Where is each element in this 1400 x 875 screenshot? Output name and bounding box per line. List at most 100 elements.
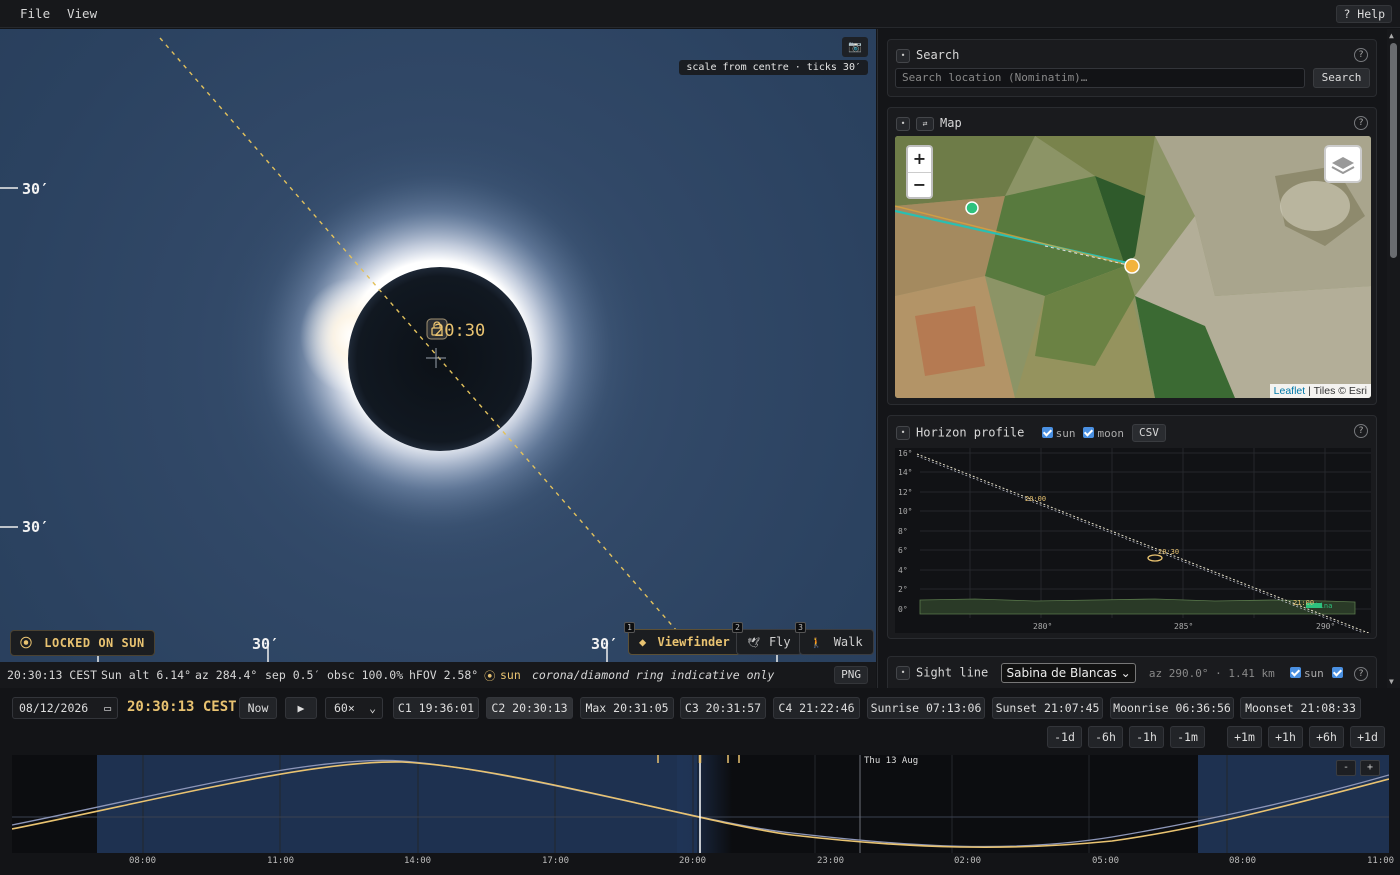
mode-label: Walk [833, 635, 863, 649]
step-plus-6h[interactable]: +6h [1309, 726, 1344, 748]
shortcut-badge: 1 [624, 622, 635, 633]
sight-title: Sight line [916, 665, 989, 680]
leaflet-link[interactable]: Leaflet [1274, 385, 1306, 397]
timeline[interactable]: Thu 13 Aug [12, 755, 1389, 853]
sun-checkbox[interactable]: sun [1041, 426, 1084, 440]
swap-icon[interactable]: ⇄ [916, 116, 934, 131]
menu-file[interactable]: File [20, 6, 50, 21]
map-zoom-control: + − [906, 145, 933, 199]
step-plus-1m[interactable]: +1m [1227, 726, 1262, 748]
locked-on-sun-button[interactable]: ⦿ LOCKED ON SUN [10, 630, 155, 656]
mode-walk-button[interactable]: 3 🚶 Walk [795, 622, 874, 655]
timeline-zoom-in[interactable]: + [1360, 760, 1380, 776]
location-search-input[interactable]: Search location (Nominatim)… [895, 68, 1305, 88]
step-minus-1h[interactable]: -1h [1129, 726, 1164, 748]
event-c2-button[interactable]: C2 20:30:13 [486, 697, 573, 719]
event-c1-button[interactable]: C1 19:36:01 [393, 697, 479, 719]
step-minus-1d[interactable]: -1d [1047, 726, 1082, 748]
sun-checkbox[interactable]: sun [1289, 666, 1332, 680]
satellite-map[interactable]: + − Leaflet | Tiles © Esri [895, 136, 1371, 398]
side-panel: • Search ? Search location (Nominatim)… S… [877, 29, 1387, 688]
y-tick: 10° [898, 507, 912, 516]
mode-label: Fly [768, 635, 791, 649]
status-note: corona/diamond ring indicative only [532, 668, 775, 682]
search-button[interactable]: Search [1313, 68, 1370, 88]
scroll-thumb[interactable] [1390, 43, 1397, 258]
step-minus-1m[interactable]: -1m [1170, 726, 1205, 748]
sight-header: • Sight line Sabina de Blancas ⌄ az 290.0… [896, 663, 1376, 688]
sky-viewport[interactable]: 📷 scale from centre · ticks 30′ 30′ 30′ … [0, 29, 876, 662]
step-plus-1h[interactable]: +1h [1268, 726, 1303, 748]
timeline-zoom-out[interactable]: - [1336, 760, 1356, 776]
axis-tick: 11:00 [267, 856, 295, 866]
mode-fly-button[interactable]: 2 🕊 Fly [732, 622, 802, 655]
target-marker[interactable] [1124, 258, 1140, 274]
search-title: Search [916, 48, 960, 62]
sunrise-button[interactable]: Sunrise 07:13:06 [867, 697, 985, 719]
moonset-button[interactable]: Moonset 21:08:33 [1240, 697, 1361, 719]
speed-select[interactable]: 60× ⌄ [325, 697, 383, 719]
x-tick: 285° [1174, 622, 1193, 631]
event-max-button[interactable]: Max 20:31:05 [580, 697, 674, 719]
sky-overlay [0, 37, 778, 662]
observer-marker[interactable] [965, 201, 979, 215]
help-circle-icon[interactable]: ? [1354, 424, 1368, 438]
help-circle-icon[interactable]: ? [1354, 667, 1368, 681]
date-value: 08/12/2026 [19, 701, 89, 715]
moonrise-button[interactable]: Moonrise 06:36:56 [1110, 697, 1234, 719]
zoom-out-button[interactable]: − [908, 172, 931, 197]
mode-viewfinder-button[interactable]: 1 ◆ Viewfinder [624, 622, 741, 655]
help-button[interactable]: ? Help [1336, 5, 1392, 23]
tick-label-left-lower: 30′ [22, 518, 50, 536]
tick-label-bottom: 30′ [591, 635, 619, 653]
step-minus-6h[interactable]: -6h [1088, 726, 1123, 748]
date-input[interactable]: 08/12/2026 ▭ [12, 697, 118, 719]
x-tick: 290° [1316, 622, 1335, 631]
layers-icon[interactable] [1324, 145, 1362, 183]
event-c4-button[interactable]: C4 21:22:46 [773, 697, 860, 719]
map-imagery [895, 136, 1371, 398]
help-circle-icon[interactable]: ? [1354, 116, 1368, 130]
speed-value: 60× [334, 701, 355, 715]
diamond-icon: ◆ [639, 635, 647, 649]
moon-checkbox[interactable]: moon [1083, 426, 1132, 440]
attribution-text: | Tiles © Esri [1308, 385, 1367, 397]
sunset-button[interactable]: Sunset 21:07:45 [992, 697, 1103, 719]
zoom-in-button[interactable]: + [908, 147, 931, 172]
horizon-profile-card: • Horizon profile sun moon CSV ? 16° 14° 12… [887, 415, 1377, 639]
play-button[interactable]: ▶ [285, 697, 317, 719]
search-header: • Search [896, 48, 959, 63]
y-tick: 8° [898, 527, 908, 536]
step-plus-1d[interactable]: +1d [1350, 726, 1385, 748]
axis-tick: 05:00 [1092, 856, 1120, 866]
event-c3-button[interactable]: C3 20:31:57 [680, 697, 766, 719]
sight-target-value: Sabina de Blancas [1006, 666, 1117, 680]
current-time: 20:30:13 CEST [127, 699, 237, 715]
scroll-up-icon[interactable]: ▲ [1389, 31, 1394, 40]
csv-export-button[interactable]: CSV [1131, 424, 1166, 442]
collapse-toggle[interactable]: • [896, 666, 910, 680]
moon-checkbox-label: moon [1097, 426, 1124, 440]
horizon-title: Horizon profile [916, 425, 1025, 440]
camera-icon[interactable]: 📷 [842, 37, 868, 57]
y-tick: 16° [898, 449, 912, 458]
y-tick: 6° [898, 546, 908, 555]
sight-target-select[interactable]: Sabina de Blancas ⌄ [1001, 663, 1136, 683]
sun-target-icon: ⦿ [484, 669, 496, 683]
status-separation: sep 0.5′ [265, 668, 321, 682]
collapse-toggle[interactable]: • [896, 48, 910, 63]
menu-view[interactable]: View [67, 6, 97, 21]
sun-checkbox-label: sun [1055, 426, 1076, 440]
calendar-icon[interactable]: ▭ [104, 698, 111, 718]
now-button[interactable]: Now [239, 697, 277, 719]
scroll-down-icon[interactable]: ▼ [1389, 677, 1394, 686]
png-export-button[interactable]: PNG [834, 666, 868, 684]
collapse-toggle[interactable]: • [896, 116, 910, 131]
help-circle-icon[interactable]: ? [1354, 48, 1368, 62]
status-sun-alt: Sun alt 6.14° [101, 668, 192, 682]
sight-line-card: • Sight line Sabina de Blancas ⌄ az 290.0… [887, 656, 1377, 688]
shortcut-badge: 3 [795, 622, 806, 633]
panel-scrollbar[interactable]: ▲ ▼ [1387, 29, 1400, 688]
axis-tick: 02:00 [954, 856, 982, 866]
collapse-toggle[interactable]: • [896, 426, 910, 440]
